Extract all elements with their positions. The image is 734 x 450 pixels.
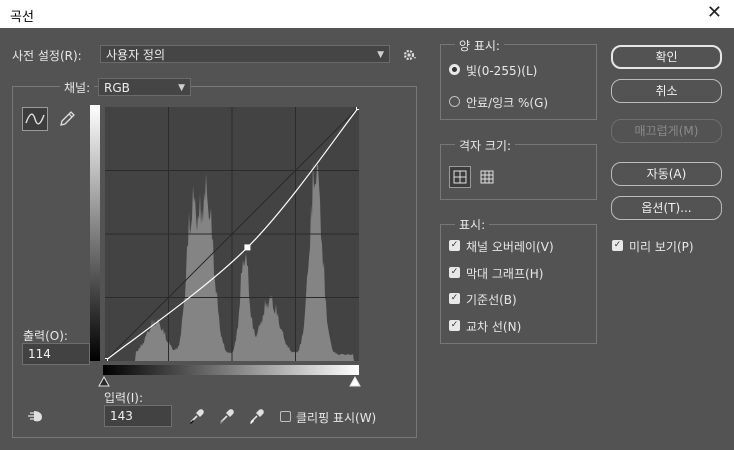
intersection-line-checkbox[interactable]: ✓ <box>449 320 460 331</box>
curve-point-selected[interactable] <box>244 244 251 251</box>
pencil-icon[interactable] <box>57 109 77 129</box>
clipping-checkbox[interactable] <box>280 411 291 422</box>
grid-4x4-icon[interactable] <box>449 166 471 188</box>
output-field[interactable]: 114 <box>22 343 90 365</box>
intersection-line-label[interactable]: 교차 선(N) <box>466 318 521 335</box>
output-label: 출력(O): <box>23 329 68 343</box>
black-point-eyedropper-icon[interactable] <box>188 407 206 425</box>
input-field[interactable]: 143 <box>104 405 172 427</box>
auto-button[interactable]: 자동(A) <box>611 162 722 186</box>
preset-label: 사전 설정(R): <box>12 49 82 63</box>
curve-point[interactable] <box>356 104 362 110</box>
title-bar: 곡선 ✕ <box>0 0 734 28</box>
close-icon[interactable]: ✕ <box>707 2 722 23</box>
grid-size-title: 격자 크기: <box>455 137 516 154</box>
hand-adjust-icon[interactable] <box>24 406 46 426</box>
white-point-eyedropper-icon[interactable] <box>248 407 266 425</box>
baseline-checkbox[interactable]: ✓ <box>449 293 460 304</box>
grid-10x10-icon[interactable] <box>477 167 497 187</box>
display-amount-title: 양 표시: <box>455 37 504 54</box>
output-value: 114 <box>28 347 51 361</box>
smooth-button[interactable]: 매끄럽게(M) <box>611 119 722 143</box>
baseline-label[interactable]: 기준선(B) <box>466 291 517 308</box>
input-label: 입력(I): <box>104 391 144 405</box>
clipping-label[interactable]: 클리핑 표시(W) <box>296 409 376 426</box>
preview-label[interactable]: 미리 보기(P) <box>629 238 694 255</box>
light-radio-label[interactable]: 빛(0-255)(L) <box>466 62 537 79</box>
histogram-label[interactable]: 막대 그래프(H) <box>466 265 543 282</box>
input-value: 143 <box>110 409 133 423</box>
channel-value: RGB <box>104 81 130 95</box>
curve-graph[interactable] <box>102 104 362 364</box>
channel-overlay-label[interactable]: 채널 오버레이(V) <box>466 238 554 255</box>
input-gradient-bar <box>103 365 359 375</box>
curve-point[interactable] <box>102 358 108 364</box>
pigment-radio-label[interactable]: 안료/잉크 %(G) <box>466 94 548 111</box>
gear-icon[interactable] <box>402 47 418 63</box>
preset-value: 사용자 정의 <box>106 48 166 62</box>
preset-select[interactable]: 사용자 정의 ▼ <box>100 45 390 63</box>
channel-select[interactable]: RGB ▼ <box>98 78 191 96</box>
curve-edit-icon[interactable] <box>22 107 48 131</box>
gray-point-eyedropper-icon[interactable] <box>218 407 236 425</box>
ok-button[interactable]: 확인 <box>611 45 722 69</box>
cancel-button[interactable]: 취소 <box>611 79 722 103</box>
chevron-down-icon: ▼ <box>377 50 384 60</box>
options-button[interactable]: 옵션(T)... <box>611 196 722 220</box>
channel-label: 채널: <box>60 79 95 96</box>
white-point-slider[interactable] <box>349 375 361 388</box>
window-title: 곡선 <box>10 10 34 25</box>
preview-checkbox[interactable]: ✓ <box>612 240 623 251</box>
pigment-radio[interactable] <box>449 96 460 107</box>
chevron-down-icon: ▼ <box>178 83 185 93</box>
light-radio[interactable] <box>449 64 460 75</box>
curve-graph-svg[interactable] <box>102 104 362 364</box>
show-title: 표시: <box>455 216 490 233</box>
black-point-slider[interactable] <box>98 375 110 388</box>
channel-overlay-checkbox[interactable]: ✓ <box>449 240 460 251</box>
output-gradient-bar <box>90 105 100 361</box>
histogram-checkbox[interactable]: ✓ <box>449 267 460 278</box>
